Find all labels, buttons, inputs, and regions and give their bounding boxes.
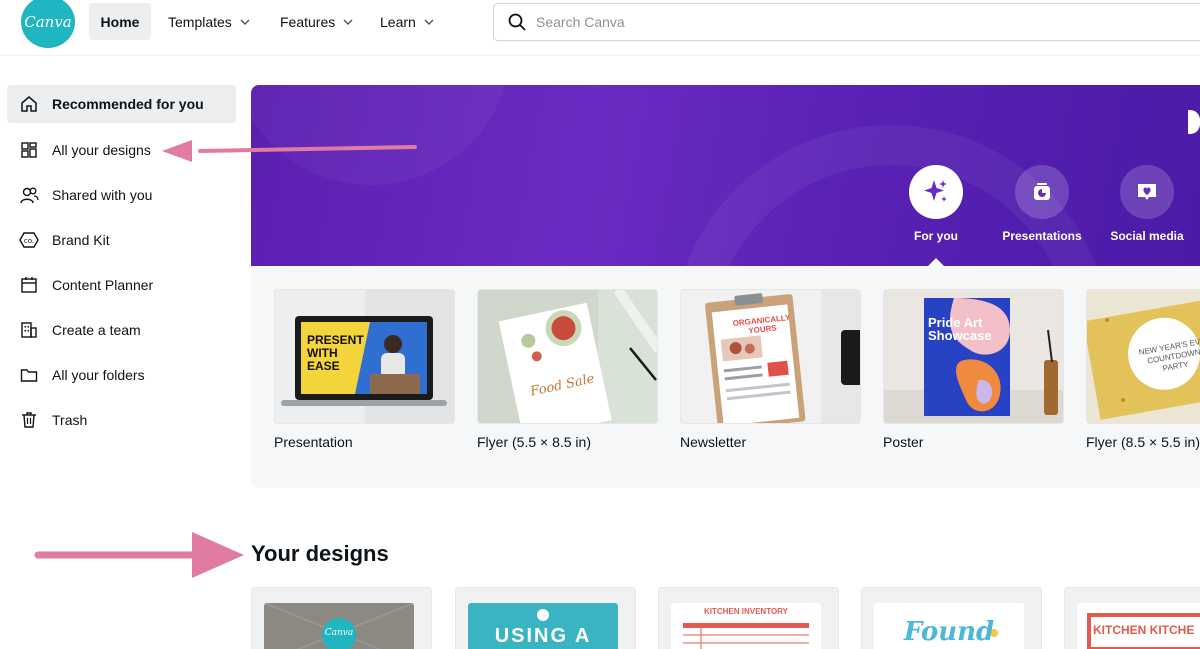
category-social-media[interactable]: Social media [1092, 165, 1200, 243]
sidebar-item-label: All your folders [52, 367, 145, 383]
template-label: Flyer (8.5 × 5.5 in) [1086, 434, 1200, 450]
building-icon [19, 320, 39, 340]
template-card-newsletter[interactable]: ORGANICALLY YOURS [680, 289, 861, 424]
design-card[interactable]: Found [861, 587, 1042, 649]
sidebar-item-label: Recommended for you [52, 96, 204, 112]
design-card[interactable]: Canva [251, 587, 432, 649]
design-thumb-text: KITCHEN KITCHE [1093, 623, 1195, 637]
your-designs-heading: Your designs [251, 541, 389, 566]
template-label: Poster [883, 434, 924, 450]
canva-logo[interactable]: Canva [21, 0, 75, 48]
template-label: Flyer (5.5 × 8.5 in) [477, 434, 591, 450]
design-thumb-text: Found [903, 617, 995, 647]
sidebar-item-recommended[interactable]: Recommended for you [7, 85, 236, 123]
sidebar-item-label: Content Planner [52, 277, 154, 293]
sidebar-item-brand-kit[interactable]: co. Brand Kit [7, 221, 236, 259]
sidebar-item-shared[interactable]: Shared with you [7, 176, 236, 214]
brand-kit-icon: co. [19, 230, 39, 250]
nav-home[interactable]: Home [89, 3, 151, 40]
design-thumbnail: USING A [468, 603, 618, 649]
template-card-poster[interactable]: Pride Art Showcase [883, 289, 1064, 424]
sparkle-icon [909, 165, 963, 219]
chevron-down-icon [240, 19, 250, 25]
template-thumb-text: PRESENT WITH EASE [307, 333, 364, 373]
category-label: Presentations [1002, 229, 1082, 243]
grid-icon [19, 140, 39, 160]
design-thumb-text: USING A [494, 625, 592, 647]
trash-icon [19, 410, 39, 430]
template-card-flyer[interactable]: Food Sale [477, 289, 658, 424]
sidebar-item-label: Brand Kit [52, 232, 110, 248]
svg-text:co.: co. [24, 237, 34, 245]
nav-templates[interactable]: Templates [168, 3, 251, 40]
sidebar-item-label: Create a team [52, 322, 141, 338]
search-icon [508, 13, 526, 31]
nav-features[interactable]: Features [280, 3, 354, 40]
chevron-down-icon [343, 19, 353, 25]
newsletter-thumbnail [705, 290, 860, 423]
search-input[interactable]: Search Canva [493, 3, 1200, 41]
template-label: Presentation [274, 434, 353, 450]
category-label: Social media [1110, 229, 1184, 243]
top-bar: Canva Home Templates Features Learn Sear… [0, 0, 1200, 48]
sidebar-item-content-planner[interactable]: Content Planner [7, 266, 236, 304]
annotation-arrow-your-designs [34, 532, 244, 578]
header-divider [0, 55, 1200, 56]
sidebar-item-label: Shared with you [52, 187, 153, 203]
nav-learn[interactable]: Learn [380, 3, 435, 40]
design-thumbnail: Canva [264, 603, 414, 649]
sidebar-item-label: All your designs [52, 142, 151, 158]
calendar-icon [19, 275, 39, 295]
template-card-flyer-landscape[interactable]: NEW YEAR'S EVE COUNTDOWN PARTY [1086, 289, 1200, 424]
chevron-down-icon [424, 19, 434, 25]
nav-templates-label: Templates [168, 13, 232, 30]
selected-category-caret [928, 258, 944, 266]
design-thumb-text: Canva [324, 628, 354, 638]
nav-learn-label: Learn [380, 13, 416, 30]
template-label: Newsletter [680, 434, 747, 450]
design-thumbnail: Found [874, 603, 1024, 649]
people-icon [19, 185, 39, 205]
annotation-arrow-all-designs [162, 140, 417, 162]
folder-icon [19, 365, 39, 385]
sidebar-item-folders[interactable]: All your folders [7, 356, 236, 394]
flyer-thumbnail [498, 290, 657, 423]
design-card[interactable]: USING A [455, 587, 636, 649]
sidebar-item-trash[interactable]: Trash [7, 401, 236, 439]
design-thumbnail: KITCHEN KITCHE [1077, 603, 1200, 649]
design-thumb-text: KITCHEN INVENTORY [703, 607, 788, 616]
category-for-you[interactable]: For you [881, 165, 991, 243]
template-card-presentation[interactable]: PRESENT WITH EASE [274, 289, 455, 424]
nav-features-label: Features [280, 13, 336, 30]
heart-chat-icon [1120, 165, 1174, 219]
category-label: For you [914, 229, 958, 243]
design-card[interactable]: KITCHEN KITCHE [1064, 587, 1200, 649]
sidebar-item-create-team[interactable]: Create a team [7, 311, 236, 349]
category-presentations[interactable]: Presentations [987, 165, 1097, 243]
template-thumb-text: Pride Art Showcase [928, 315, 992, 343]
poster-thumbnail [884, 298, 1063, 423]
design-card[interactable]: KITCHEN INVENTORY [658, 587, 839, 649]
home-icon [19, 94, 39, 114]
sidebar-item-label: Trash [52, 412, 88, 428]
presentation-icon [1015, 165, 1069, 219]
design-thumbnail: KITCHEN INVENTORY [671, 603, 821, 649]
search-placeholder: Search Canva [536, 14, 625, 30]
